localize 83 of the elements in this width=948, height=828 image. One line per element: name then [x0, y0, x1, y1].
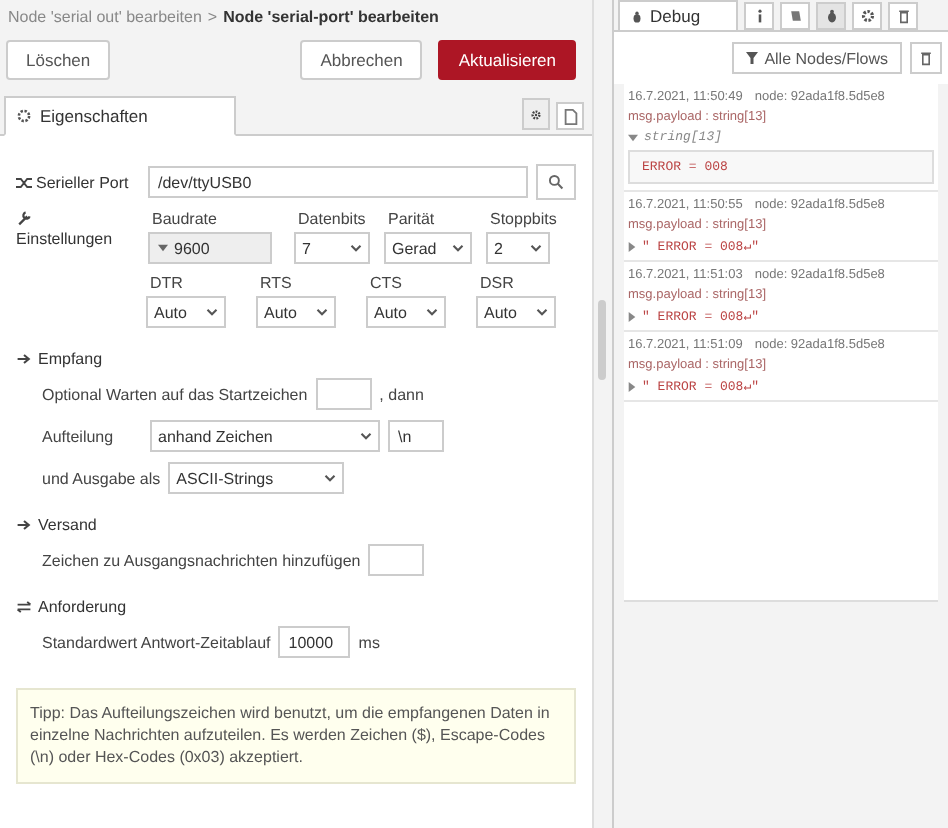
line-select[interactable]: Auto	[476, 296, 556, 328]
stopbits-label: Stoppbits	[488, 210, 557, 228]
filter-icon	[746, 52, 759, 64]
collapsed-caret-icon[interactable]	[628, 381, 636, 391]
start-char-field[interactable]	[315, 378, 372, 410]
bug-icon	[630, 9, 644, 23]
port-field[interactable]: /dev/ttyUSB0	[148, 166, 528, 198]
timeout-field[interactable]: 10000	[278, 626, 351, 658]
config-button[interactable]	[852, 2, 882, 30]
clear-button[interactable]	[910, 42, 942, 74]
baud-label: Baudrate	[150, 210, 219, 228]
scrollbar-thumb[interactable]	[598, 300, 606, 380]
parity-select[interactable]: Gerad	[384, 232, 472, 264]
then-label: , dann	[379, 385, 424, 403]
line-select[interactable]: Auto	[146, 296, 226, 328]
debug-tab[interactable]: Debug	[618, 0, 738, 30]
split-char-field[interactable]: \n	[388, 420, 444, 452]
add-char-field[interactable]	[368, 544, 425, 576]
gear-icon	[859, 8, 875, 24]
breadcrumb-title: Node 'serial-port' bearbeiten	[223, 7, 439, 25]
gear-icon	[530, 105, 542, 123]
search-button[interactable]	[536, 164, 576, 200]
line-label: DTR	[148, 274, 185, 292]
chevron-icon	[452, 244, 464, 252]
collapsed-caret-icon[interactable]	[628, 241, 636, 251]
split-label: Aufteilung	[42, 427, 116, 445]
arrow-icon	[16, 352, 32, 366]
unit-label: ms	[358, 633, 380, 651]
receive-heading: Empfang	[38, 350, 103, 368]
line-label: CTS	[368, 274, 404, 292]
arrow-icon	[16, 518, 32, 532]
filter-button[interactable]: Alle Nodes/Flows	[732, 42, 902, 74]
chevron-icon	[536, 308, 548, 316]
chevron-icon	[206, 308, 218, 316]
line-label: RTS	[258, 274, 294, 292]
info-button[interactable]	[744, 2, 774, 30]
chevron-icon	[324, 474, 337, 482]
send-heading: Versand	[38, 516, 97, 534]
chevron-icon	[360, 432, 372, 440]
description-button[interactable]	[556, 102, 584, 130]
trash-icon	[918, 50, 934, 66]
exchange-icon	[16, 600, 32, 614]
tip-text: Tipp: Das Aufteilungszeichen wird benutzt, um die empfangenen Daten in einzelne Nachrichten aufzuteilen. Es werden Zeichen ($), Escape-Codes (\n) oder Hex-Codes (0x03) akzeptiert.	[16, 688, 576, 784]
caret-icon	[158, 244, 168, 252]
chevron-icon	[316, 308, 328, 316]
output-select[interactable]: ASCII-Strings	[168, 462, 345, 494]
baud-field[interactable]: 9600	[148, 232, 272, 264]
stopbits-select[interactable]: 2	[486, 232, 550, 264]
search-icon	[548, 174, 564, 190]
add-char-label: Zeichen zu Ausgangsnachrichten hinzufügen	[42, 551, 361, 569]
cancel-button[interactable]: Abbrechen	[300, 40, 423, 80]
chevron-icon	[350, 244, 362, 252]
help-button[interactable]	[780, 2, 810, 30]
output-label: und Ausgabe als	[42, 469, 161, 487]
request-heading: Anforderung	[38, 598, 127, 616]
document-icon	[561, 107, 579, 125]
wrench-icon	[16, 210, 32, 226]
line-select[interactable]: Auto	[256, 296, 336, 328]
gear-icon	[16, 108, 32, 124]
databits-label: Datenbits	[296, 210, 368, 228]
expanded-caret-icon[interactable]	[628, 133, 638, 141]
databits-select[interactable]: 7	[294, 232, 370, 264]
breadcrumb-separator: >	[207, 7, 218, 25]
parity-label: Parität	[386, 210, 437, 228]
delete-button[interactable]: Löschen	[6, 40, 111, 80]
shuffle-icon	[16, 175, 32, 189]
chevron-icon	[426, 308, 438, 316]
update-button[interactable]: Aktualisieren	[438, 40, 576, 80]
context-button[interactable]	[888, 2, 918, 30]
collapsed-caret-icon[interactable]	[628, 311, 636, 321]
settings-label: Einstellungen	[16, 230, 113, 248]
wait-label: Optional Warten auf das Startzeichen	[42, 385, 308, 403]
properties-tab[interactable]: Eigenschaften	[4, 96, 236, 136]
trash-icon	[895, 8, 911, 24]
line-label: DSR	[478, 274, 516, 292]
chevron-icon	[530, 244, 542, 252]
bug-icon	[823, 8, 839, 24]
line-select[interactable]: Auto	[366, 296, 446, 328]
debug-button[interactable]	[816, 2, 846, 30]
timeout-label: Standardwert Antwort-Zeitablauf	[42, 633, 271, 651]
settings-button[interactable]	[522, 98, 550, 130]
split-select[interactable]: anhand Zeichen	[150, 420, 380, 452]
port-label: Serieller Port	[36, 173, 129, 191]
